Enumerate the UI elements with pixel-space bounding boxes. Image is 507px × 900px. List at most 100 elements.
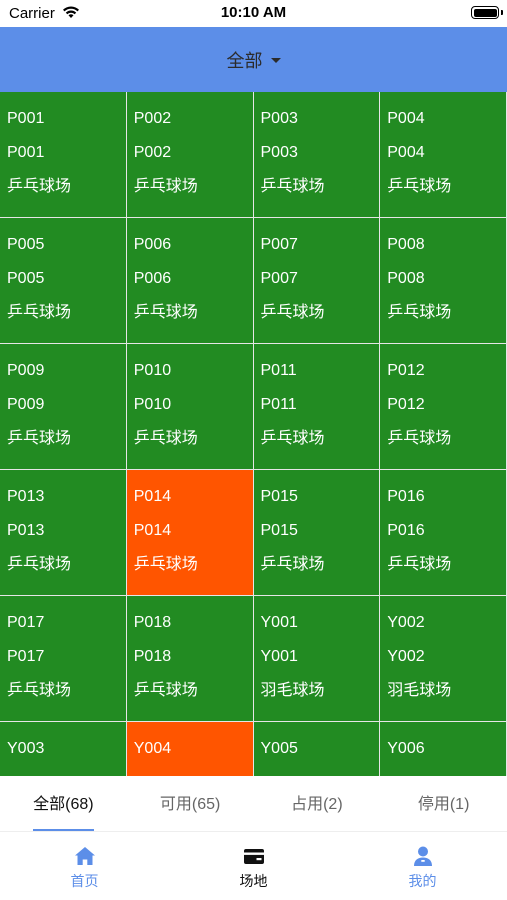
court-type: 乒乓球场 <box>387 430 452 447</box>
court-code: Y004 <box>133 740 172 757</box>
court-type: 乒乓球场 <box>387 178 452 195</box>
court-name: P014 <box>133 522 172 539</box>
court-code: P014 <box>133 488 172 505</box>
court-type: 乒乓球场 <box>7 178 72 195</box>
court-cell[interactable]: Y002 Y002 羽毛球场 <box>380 596 507 722</box>
category-filter-label: 全部 <box>226 50 263 71</box>
court-name: Y004 <box>134 766 253 776</box>
court-type: 乒乓球场 <box>7 556 72 573</box>
nav-item-label: 场地 <box>239 873 268 889</box>
court-cell[interactable]: P009 P009 乒乓球场 <box>0 344 127 470</box>
court-cell[interactable]: P008 P008 乒乓球场 <box>380 218 507 344</box>
court-cell[interactable]: Y003Y003羽毛球场 <box>0 722 127 776</box>
court-code: P011 <box>260 362 297 379</box>
court-cell[interactable]: P016 P016 乒乓球场 <box>380 470 507 596</box>
court-cell[interactable]: P012 P012 乒乓球场 <box>380 344 507 470</box>
court-name: P007 <box>260 270 298 287</box>
court-type: 乒乓球场 <box>133 430 198 447</box>
clock: 10:10 AM <box>220 4 287 21</box>
court-name: Y006 <box>387 766 506 776</box>
court-cell[interactable]: P017 P017 乒乓球场 <box>0 596 127 722</box>
court-cell[interactable]: P015 P015 乒乓球场 <box>253 470 381 596</box>
court-code: Y006 <box>387 740 425 757</box>
court-name: P011 <box>260 396 297 413</box>
court-type: 乒乓球场 <box>133 682 198 699</box>
court-cell[interactable]: P014 P014 乒乓球场 <box>126 470 254 596</box>
court-code: P018 <box>133 614 172 631</box>
nav-item-label: 我的 <box>408 873 437 889</box>
tab-all[interactable]: 全部(68) <box>0 776 127 831</box>
court-type: 乒乓球场 <box>133 556 198 573</box>
court-cell[interactable]: P010 P010 乒乓球场 <box>126 344 254 470</box>
court-code: P013 <box>7 488 45 505</box>
nav-item-home[interactable]: 首页 <box>0 832 169 900</box>
nav-item-label: 首页 <box>70 873 99 889</box>
court-name: P009 <box>7 396 45 413</box>
court-cell[interactable]: P007 P007 乒乓球场 <box>253 218 381 344</box>
court-name: P016 <box>387 522 425 539</box>
court-grid: P001 P001 乒乓球场 P002 P002 乒乓球场 P003 P003 乒乓球场 P004… <box>0 92 507 776</box>
court-code: Y005 <box>260 740 298 757</box>
court-cell[interactable]: P011 P011 乒乓球场 <box>253 344 381 470</box>
court-code: P017 <box>7 614 45 631</box>
court-name: P003 <box>260 144 298 161</box>
court-code: P008 <box>387 236 425 253</box>
court-name: P001 <box>7 144 45 161</box>
court-type: 羽毛球场 <box>260 682 325 699</box>
court-name: P008 <box>387 270 425 287</box>
court-type: 乒乓球场 <box>260 556 325 573</box>
court-code: Y003 <box>7 740 45 757</box>
court-type: 乒乓球场 <box>133 178 198 195</box>
court-code: P005 <box>7 236 45 253</box>
court-name: Y002 <box>387 648 425 665</box>
tab-occupied[interactable]: 占用(2) <box>254 776 381 831</box>
court-type: 乒乓球场 <box>387 556 452 573</box>
court-code: P004 <box>387 110 425 127</box>
court-type: 羽毛球场 <box>387 682 452 699</box>
court-type: 乒乓球场 <box>7 682 72 699</box>
court-name: P005 <box>7 270 45 287</box>
court-name: P017 <box>7 648 45 665</box>
court-name: Y005 <box>261 766 380 776</box>
status-bar: Carrier 10:10 AM <box>0 0 507 27</box>
caret-down-icon <box>270 58 281 63</box>
court-type: 乒乓球场 <box>260 430 325 447</box>
court-cell[interactable]: Y005Y005羽毛球场 <box>253 722 381 776</box>
court-name: Y001 <box>260 648 298 665</box>
category-filter-dropdown[interactable]: 全部 <box>227 47 281 73</box>
tab-available[interactable]: 可用(65) <box>127 776 254 831</box>
court-code: P006 <box>133 236 172 253</box>
court-code: P012 <box>387 362 425 379</box>
nav-item-venue[interactable]: 场地 <box>169 832 338 900</box>
court-cell[interactable]: Y004Y004羽毛球场 <box>126 722 254 776</box>
court-cell[interactable]: P001 P001 乒乓球场 <box>0 92 127 218</box>
court-cell[interactable]: P006 P006 乒乓球场 <box>126 218 254 344</box>
court-cell[interactable]: P018 P018 乒乓球场 <box>126 596 254 722</box>
court-cell[interactable]: Y006Y006羽毛球场 <box>380 722 507 776</box>
court-cell[interactable]: P002 P002 乒乓球场 <box>126 92 254 218</box>
court-code: P016 <box>387 488 425 505</box>
court-name: Y003 <box>7 766 126 776</box>
status-tabs: 全部(68) 可用(65) 占用(2) 停用(1) <box>0 776 507 832</box>
court-type: 乒乓球场 <box>260 178 325 195</box>
court-code: P007 <box>260 236 298 253</box>
court-cell[interactable]: Y001 Y001 羽毛球场 <box>253 596 381 722</box>
court-name: P015 <box>260 522 298 539</box>
court-cell[interactable]: P004 P004 乒乓球场 <box>380 92 507 218</box>
court-code: P001 <box>7 110 45 127</box>
court-name: P012 <box>387 396 425 413</box>
court-code: P009 <box>7 362 45 379</box>
court-grid-scroll[interactable]: P001 P001 乒乓球场 P002 P002 乒乓球场 P003 P003 乒乓球场 P004… <box>0 92 507 776</box>
court-type: 乒乓球场 <box>260 304 325 321</box>
court-cell[interactable]: P003 P003 乒乓球场 <box>253 92 381 218</box>
court-type: 乒乓球场 <box>7 304 72 321</box>
court-name: P018 <box>133 648 172 665</box>
court-code: P002 <box>133 110 172 127</box>
nav-item-profile[interactable]: 我的 <box>338 832 507 900</box>
court-code: P010 <box>133 362 172 379</box>
profile-icon <box>413 846 432 866</box>
court-cell[interactable]: P005 P005 乒乓球场 <box>0 218 127 344</box>
tab-disabled[interactable]: 停用(1) <box>380 776 507 831</box>
court-cell[interactable]: P013 P013 乒乓球场 <box>0 470 127 596</box>
home-icon <box>74 847 95 865</box>
